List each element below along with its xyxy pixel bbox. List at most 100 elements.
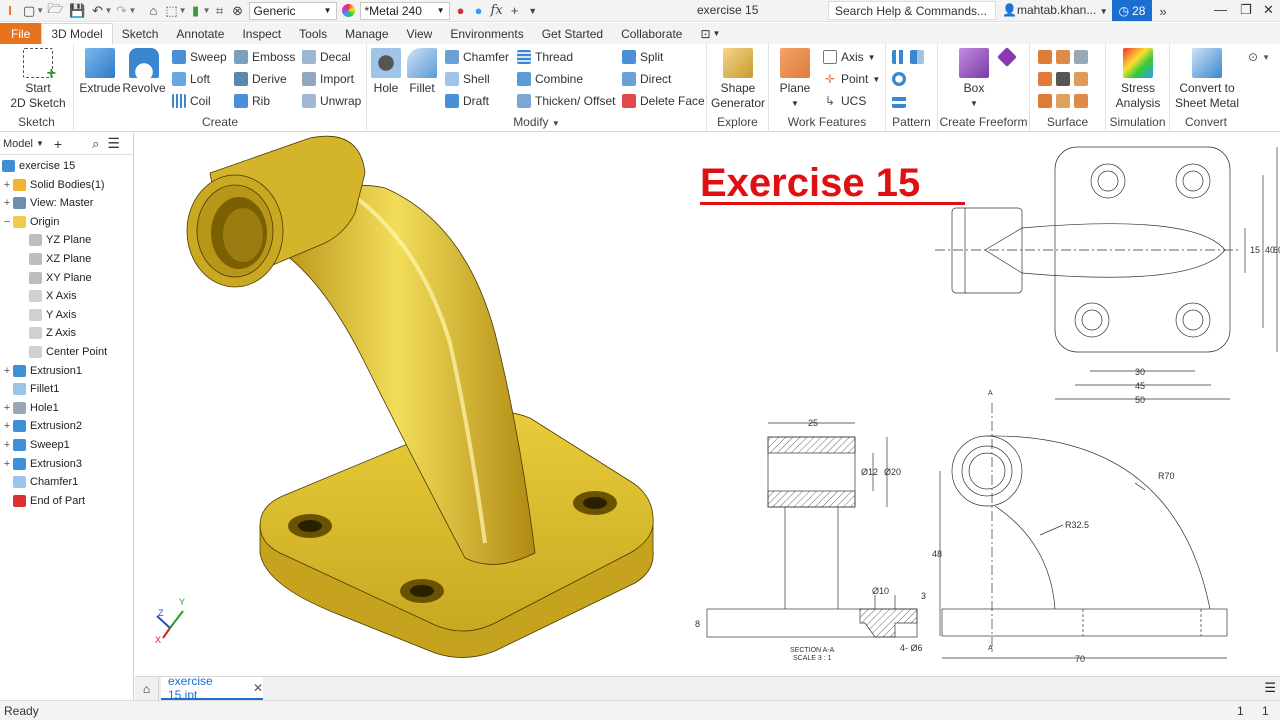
sweep-button[interactable]: Sweep: [172, 48, 227, 66]
derive-button[interactable]: Derive: [234, 70, 287, 88]
extrude-button[interactable]: Extrude: [78, 48, 122, 96]
color-wheel-icon[interactable]: [339, 0, 358, 22]
collapse-icon[interactable]: −: [2, 216, 12, 228]
menu-icon[interactable]: ☰: [107, 135, 120, 152]
notification-badge[interactable]: ◷ 28: [1112, 0, 1152, 21]
tree-item[interactable]: + Solid Bodies(1): [0, 176, 105, 194]
chevron-down-icon[interactable]: ▼: [36, 6, 44, 15]
minimize-button[interactable]: —: [1214, 2, 1227, 17]
point-button[interactable]: ✛ Point ▼: [823, 70, 880, 88]
expand-icon[interactable]: »: [1154, 0, 1172, 22]
tree-item[interactable]: + Sweep1: [0, 436, 70, 454]
surface-tool-1[interactable]: [1038, 48, 1088, 66]
revolve-button[interactable]: Revolve: [122, 48, 166, 96]
appearance-adjust-icon[interactable]: ●: [452, 0, 470, 22]
rectangular-pattern-button[interactable]: [892, 48, 924, 66]
freeform-shape-button[interactable]: [997, 47, 1017, 67]
expand-icon[interactable]: +: [2, 179, 12, 191]
stress-analysis-button[interactable]: Stress Analysis: [1108, 48, 1168, 111]
delete-face-button[interactable]: Delete Face: [622, 92, 705, 110]
fillet-button[interactable]: Fillet: [405, 48, 439, 96]
close-tab-icon[interactable]: ✕: [253, 681, 263, 695]
tree-item[interactable]: Fillet1: [0, 380, 59, 398]
appearance-select[interactable]: *Metal 240 ▼: [359, 1, 450, 20]
expand-icon[interactable]: +: [2, 420, 12, 432]
circular-pattern-button[interactable]: [892, 70, 906, 88]
graphics-window[interactable]: Y Z X Exercise 15 15 40 6 30 45 50 25 Ø1…: [135, 133, 1280, 676]
split-button[interactable]: Split: [622, 48, 663, 66]
tab-3d-model[interactable]: 3D Model: [41, 23, 113, 44]
tree-item[interactable]: X Axis: [0, 287, 77, 305]
plus-icon[interactable]: +: [506, 0, 524, 22]
direct-button[interactable]: Direct: [622, 70, 671, 88]
tab-manage[interactable]: Manage: [336, 23, 397, 44]
adjust-icon[interactable]: ⊗: [229, 0, 247, 22]
expand-icon[interactable]: +: [2, 402, 12, 414]
expand-icon[interactable]: +: [2, 439, 12, 451]
box-button[interactable]: Box ▼: [952, 48, 996, 111]
clear-appearance-icon[interactable]: ●: [470, 0, 488, 22]
viewport-svg[interactable]: Y Z X Exercise 15 15 40 6 30 45 50 25 Ø1…: [135, 133, 1280, 676]
start-2d-sketch-button[interactable]: + Start 2D Sketch: [8, 48, 68, 111]
tree-item[interactable]: Y Axis: [0, 306, 76, 324]
panel-title-modify[interactable]: Modify ▼: [367, 115, 706, 129]
tree-item[interactable]: XZ Plane: [0, 250, 91, 268]
tree-item[interactable]: Center Point: [0, 343, 107, 361]
tab-annotate[interactable]: Annotate: [167, 23, 233, 44]
sketch-pattern-button[interactable]: [892, 92, 906, 110]
open-icon[interactable]: 🗁: [44, 0, 66, 22]
tab-sketch[interactable]: Sketch: [113, 23, 168, 44]
chevron-down-icon[interactable]: ▼: [105, 6, 113, 15]
part-model[interactable]: [186, 135, 654, 658]
tree-item[interactable]: XY Plane: [0, 269, 92, 287]
tree-item[interactable]: Z Axis: [0, 324, 76, 342]
convert-to-sheet-metal-button[interactable]: Convert to Sheet Metal: [1172, 48, 1242, 111]
close-button[interactable]: ✕: [1263, 2, 1274, 18]
save-icon[interactable]: 💾: [66, 0, 88, 22]
measure-icon[interactable]: ⌗: [211, 0, 229, 22]
shape-generator-button[interactable]: Shape Generator: [709, 48, 767, 111]
expand-icon[interactable]: +: [2, 197, 12, 209]
chevron-down-icon[interactable]: ▼: [203, 6, 211, 15]
thread-button[interactable]: Thread: [517, 48, 573, 66]
shell-button[interactable]: Shell: [445, 70, 490, 88]
tree-item[interactable]: + Hole1: [0, 399, 59, 417]
unwrap-button[interactable]: Unwrap: [302, 92, 361, 110]
search-icon[interactable]: ⌕: [92, 136, 99, 152]
tab-tools[interactable]: Tools: [290, 23, 336, 44]
tree-item[interactable]: + Extrusion3: [0, 455, 82, 473]
tree-item[interactable]: YZ Plane: [0, 231, 91, 249]
expand-icon[interactable]: +: [2, 458, 12, 470]
decal-button[interactable]: Decal: [302, 48, 351, 66]
view-triad[interactable]: Y Z X: [155, 597, 185, 645]
surface-tool-3[interactable]: [1038, 92, 1088, 110]
tree-item[interactable]: Chamfer1: [0, 473, 78, 491]
tab-inspect[interactable]: Inspect: [233, 23, 290, 44]
home-icon[interactable]: ⌂: [144, 0, 162, 22]
coil-button[interactable]: Coil: [172, 92, 211, 110]
customize-icon[interactable]: ▼: [524, 0, 542, 22]
tab-get-started[interactable]: Get Started: [533, 23, 612, 44]
document-tab-active[interactable]: exercise 15.ipt ✕: [161, 674, 263, 702]
material-select[interactable]: Generic ▼: [248, 1, 337, 20]
tab-view[interactable]: View: [398, 23, 442, 44]
rib-button[interactable]: Rib: [234, 92, 270, 110]
tree-item[interactable]: − Origin: [0, 213, 59, 231]
expand-icon[interactable]: +: [2, 365, 12, 377]
tree-item[interactable]: + View: Master: [0, 194, 93, 212]
search-input[interactable]: Search Help & Commands...: [828, 1, 996, 20]
browser-tab-model[interactable]: Model: [0, 138, 36, 150]
thicken-offset-button[interactable]: Thicken/ Offset: [517, 92, 615, 110]
surface-tool-2[interactable]: [1038, 70, 1088, 88]
axis-button[interactable]: Axis ▼: [823, 48, 876, 66]
combine-button[interactable]: Combine: [517, 70, 583, 88]
tab-environments[interactable]: Environments: [441, 23, 532, 44]
tree-item[interactable]: + Extrusion2: [0, 417, 82, 435]
ribbon-options-icon[interactable]: ⊡ ▼: [691, 23, 729, 44]
tree-item[interactable]: + Extrusion1: [0, 362, 82, 380]
loft-button[interactable]: Loft: [172, 70, 210, 88]
home-tab[interactable]: ⌂: [135, 677, 159, 700]
ribbon-expand-button[interactable]: ⊙ ▼: [1248, 48, 1270, 66]
app-logo-icon[interactable]: I: [0, 0, 20, 22]
tree-item[interactable]: exercise 15: [0, 157, 75, 175]
